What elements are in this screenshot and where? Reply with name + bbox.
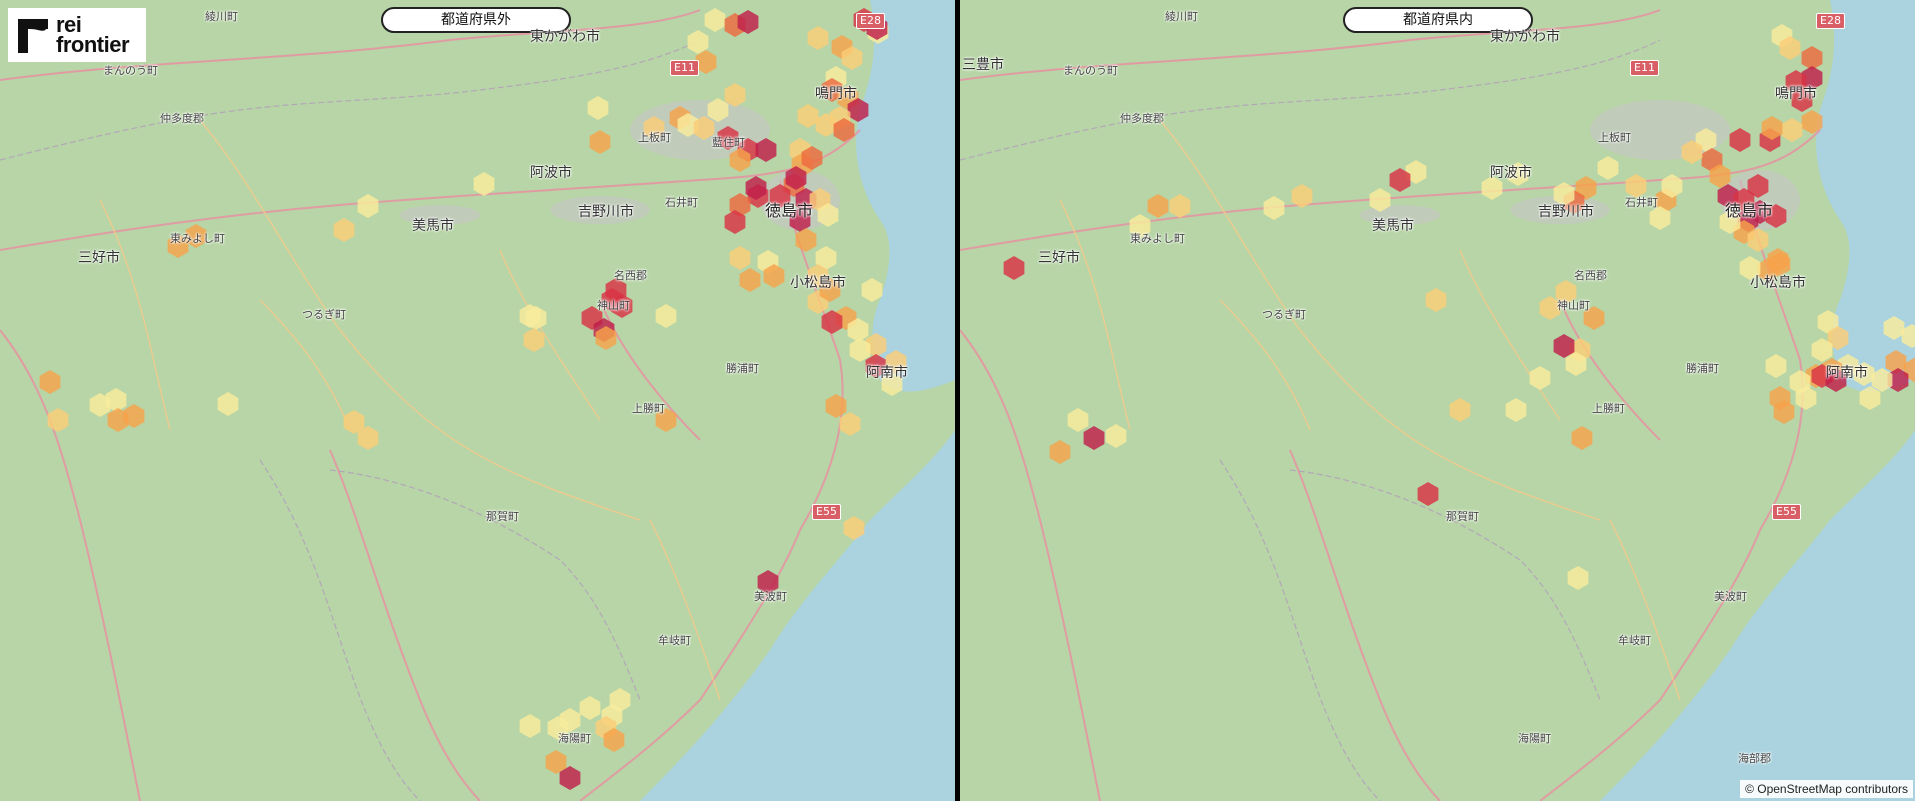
place-label: 東かがわ市 — [530, 29, 600, 45]
place-label: 東みよし町 — [170, 232, 225, 245]
place-label: 鳴門市 — [815, 86, 857, 102]
place-label: 上勝町 — [1592, 402, 1625, 415]
map-panel-inside-prefecture[interactable]: 都道府県内 綾川町 三豊市 まんのう町 仲多度郡 東かがわ市 鳴門市 上板町 阿… — [960, 0, 1915, 801]
road-shield: E11 — [670, 60, 699, 76]
place-label: 阿南市 — [1826, 365, 1868, 381]
place-label: 美馬市 — [1372, 218, 1414, 234]
place-label: 牟岐町 — [1618, 634, 1651, 647]
map-base[interactable] — [0, 0, 955, 801]
place-label: 美波町 — [754, 590, 787, 603]
place-label: 阿南市 — [866, 365, 908, 381]
road-shield: E28 — [856, 13, 885, 29]
place-label: つるぎ町 — [1262, 308, 1306, 321]
map-attribution[interactable]: © OpenStreetMap contributors — [1740, 780, 1913, 798]
place-label: 牟岐町 — [658, 634, 691, 647]
place-label: 東かがわ市 — [1490, 29, 1560, 45]
rei-frontier-logo: rei frontier — [8, 8, 146, 62]
road-shield: E28 — [1816, 13, 1845, 29]
map-base[interactable] — [960, 0, 1915, 801]
place-label: 海陽町 — [1518, 732, 1551, 745]
place-label: 神山町 — [1557, 299, 1590, 312]
place-label: 勝浦町 — [726, 362, 759, 375]
place-label: 上勝町 — [632, 402, 665, 415]
place-label: 阿波市 — [530, 165, 572, 181]
place-label: 仲多度郡 — [160, 112, 204, 125]
place-label: 徳島市 — [1725, 201, 1774, 220]
place-label: つるぎ町 — [302, 308, 346, 321]
map-panel-outside-prefecture[interactable]: 都道府県外 rei frontier 綾川町 東かがわ市 まんのう町 仲多度郡 … — [0, 0, 955, 801]
place-label: 三豊市 — [962, 57, 1004, 73]
logo-mark-icon — [16, 15, 50, 55]
place-label: 三好市 — [78, 250, 120, 266]
place-label: 石井町 — [1625, 196, 1658, 209]
road-shield: E55 — [812, 504, 841, 520]
logo-line-2: frontier — [56, 32, 130, 57]
place-label: 美波町 — [1714, 590, 1747, 603]
place-label: 美馬市 — [412, 218, 454, 234]
place-label: 小松島市 — [1750, 275, 1806, 291]
place-label: まんのう町 — [1063, 64, 1118, 77]
place-label: 阿波市 — [1490, 165, 1532, 181]
place-label: 小松島市 — [790, 275, 846, 291]
place-label: 吉野川市 — [578, 204, 634, 220]
place-label: 海陽町 — [558, 732, 591, 745]
road-shield: E11 — [1630, 60, 1659, 76]
logo-text: rei frontier — [56, 14, 130, 57]
place-label: 徳島市 — [765, 201, 814, 220]
place-label: 上板町 — [1598, 131, 1631, 144]
place-label: 東みよし町 — [1130, 232, 1185, 245]
place-label: 那賀町 — [1446, 510, 1479, 523]
place-label: 勝浦町 — [1686, 362, 1719, 375]
place-label: 上板町 — [638, 131, 671, 144]
place-label: 吉野川市 — [1538, 204, 1594, 220]
place-label: 神山町 — [597, 299, 630, 312]
place-label: 海部郡 — [1738, 752, 1771, 765]
place-label: 綾川町 — [205, 10, 238, 23]
place-label: 名西郡 — [1574, 269, 1607, 282]
place-label: 名西郡 — [614, 269, 647, 282]
place-label: 綾川町 — [1165, 10, 1198, 23]
place-label: 鳴門市 — [1775, 86, 1817, 102]
place-label: まんのう町 — [103, 64, 158, 77]
place-label: 藍住町 — [712, 136, 745, 149]
place-label: 三好市 — [1038, 250, 1080, 266]
place-label: 石井町 — [665, 196, 698, 209]
place-label: 那賀町 — [486, 510, 519, 523]
road-shield: E55 — [1772, 504, 1801, 520]
place-label: 仲多度郡 — [1120, 112, 1164, 125]
